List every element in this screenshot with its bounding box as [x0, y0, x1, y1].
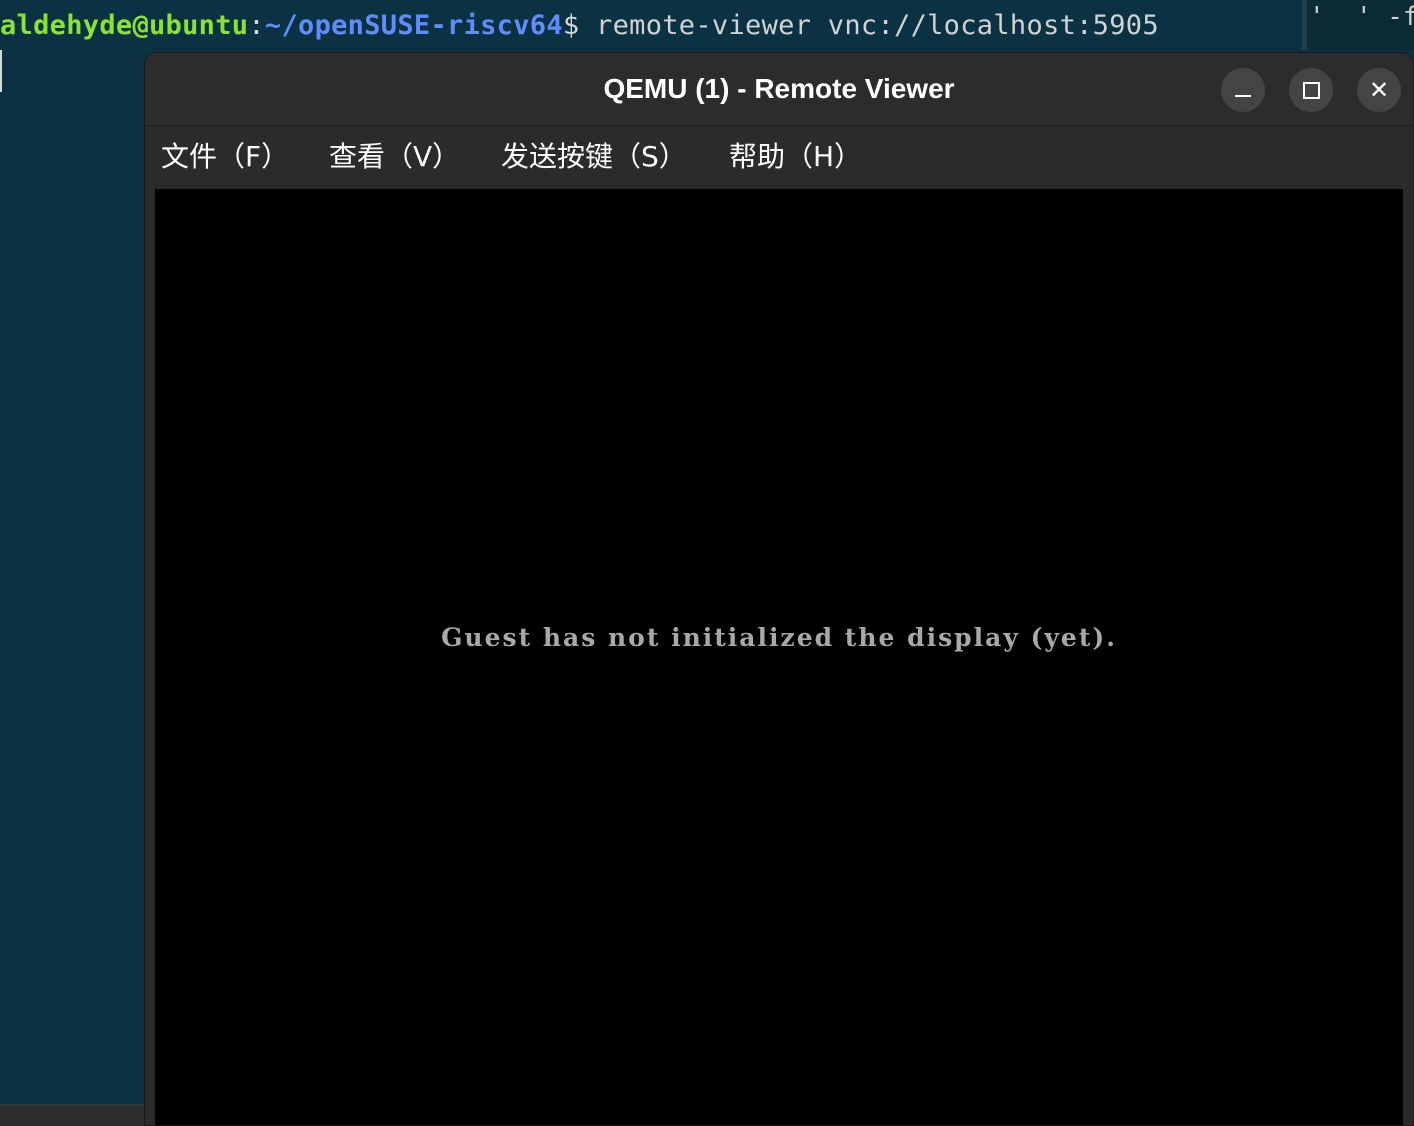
window-titlebar[interactable]: QEMU (1) - Remote Viewer ✕: [145, 53, 1413, 126]
close-icon: ✕: [1368, 76, 1390, 104]
maximize-icon: [1302, 81, 1320, 99]
menu-bar: 文件（F） 查看（V） 发送按键（S） 帮助（H）: [145, 126, 1413, 188]
menu-view[interactable]: 查看（V）: [329, 126, 460, 188]
minimize-icon: [1235, 95, 1251, 97]
close-button[interactable]: ✕: [1357, 68, 1401, 112]
guest-display-message: Guest has not initialized the display (y…: [441, 623, 1117, 652]
menu-file[interactable]: 文件（F）: [161, 126, 289, 188]
minimize-button[interactable]: [1221, 68, 1265, 112]
maximize-button[interactable]: [1289, 68, 1333, 112]
menu-help[interactable]: 帮助（H）: [729, 126, 862, 188]
prompt-symbol: $: [562, 10, 580, 41]
menu-send-key[interactable]: 发送按键（S）: [501, 126, 687, 188]
terminal-cursor: [0, 50, 2, 92]
remote-viewer-window[interactable]: QEMU (1) - Remote Viewer ✕ 文件（F） 查看（V） 发…: [144, 52, 1414, 1126]
guest-display[interactable]: Guest has not initialized the display (y…: [155, 189, 1403, 1125]
prompt-colon: :: [248, 10, 265, 41]
terminal-bottom-bar: [0, 1104, 146, 1126]
prompt-path: ~/openSUSE-riscv64: [264, 10, 563, 41]
background-terminal-text: ' ' -f2: [1309, 2, 1414, 32]
terminal-prompt-line: aldehyde@ubuntu:~/openSUSE-riscv64$ remo…: [0, 6, 1159, 46]
background-terminal-fragment[interactable]: ' ' -f2: [1302, 0, 1414, 50]
prompt-user-host: aldehyde@ubuntu: [0, 10, 249, 41]
terminal-command: remote-viewer vnc://localhost:5905: [579, 10, 1159, 41]
